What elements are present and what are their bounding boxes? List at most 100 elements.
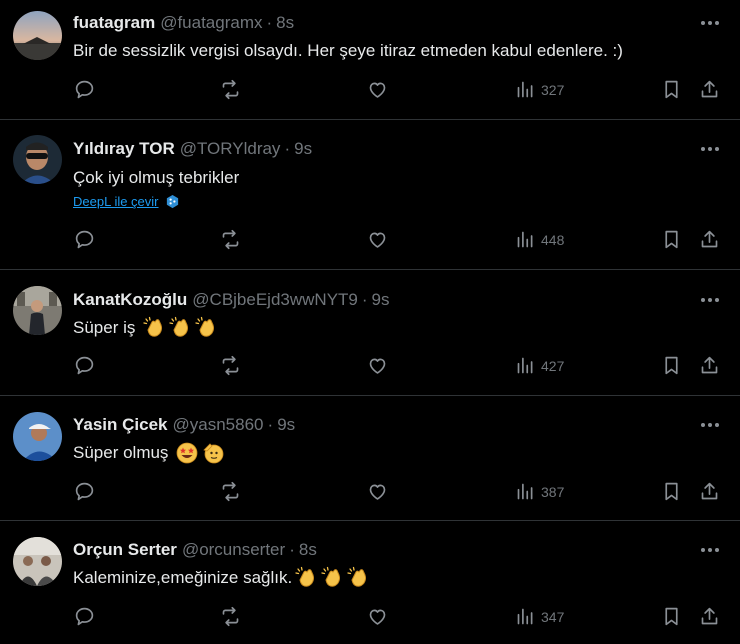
timestamp[interactable]: 8s: [299, 540, 317, 560]
more-dot-icon: [715, 147, 719, 151]
clapping-hands-icon: [320, 566, 344, 590]
separator: ·: [289, 540, 295, 559]
author-name[interactable]: Yasin Çicek: [73, 415, 168, 435]
author-handle[interactable]: @yasn5860: [173, 415, 264, 435]
analytics-icon: [517, 81, 533, 98]
views-button[interactable]: 448: [515, 229, 564, 250]
repost-button[interactable]: [220, 229, 241, 250]
translate-link[interactable]: DeepL ile çevir: [73, 194, 180, 209]
reply-button[interactable]: [74, 229, 95, 250]
like-button[interactable]: [367, 355, 388, 376]
more-dot-icon: [715, 298, 719, 302]
bookmark-button[interactable]: [661, 606, 682, 627]
like-button[interactable]: [367, 606, 388, 627]
share-icon: [701, 356, 718, 374]
bookmark-button[interactable]: [661, 79, 682, 100]
bookmark-icon: [665, 356, 678, 375]
tweet-text-content: Kaleminize,emeğinize sağlık.: [73, 568, 293, 587]
author-name[interactable]: fuatagram: [73, 13, 155, 33]
more-options-button[interactable]: [697, 13, 723, 33]
tweet-text: Kaleminize,emeğinize sağlık.: [73, 566, 370, 590]
tweet-actions: 448: [0, 229, 740, 255]
separator: ·: [284, 139, 291, 158]
avatar[interactable]: [13, 135, 62, 184]
tweet[interactable]: Yıldıray TOR @TORYldray · 9s Çok iyi olm…: [0, 120, 740, 270]
repost-button[interactable]: [220, 606, 241, 627]
deepl-icon: [166, 194, 178, 209]
share-button[interactable]: [699, 79, 720, 100]
more-dot-icon: [701, 423, 705, 427]
tweet[interactable]: Yasin Çicek @yasn5860 · 9s Süper olmuş 3…: [0, 396, 740, 521]
author-handle[interactable]: @TORYldray: [180, 139, 281, 159]
reply-button[interactable]: [74, 79, 95, 100]
tweet[interactable]: KanatKozoğlu @CBjbeEjd3wwNYT9 · 9s Süper…: [0, 270, 740, 396]
like-button[interactable]: [367, 79, 388, 100]
more-dot-icon: [715, 21, 719, 25]
tweet-actions: 427: [0, 355, 740, 381]
tweet[interactable]: Orçun Serter @orcunserter · 8s Kaleminiz…: [0, 521, 740, 644]
bookmark-button[interactable]: [661, 481, 682, 502]
reply-icon: [75, 80, 94, 99]
more-options-button[interactable]: [697, 540, 723, 560]
repost-icon: [222, 79, 239, 100]
author-handle[interactable]: @fuatagramx: [160, 13, 262, 33]
views-count: 327: [541, 81, 565, 98]
author-handle[interactable]: @CBjbeEjd3wwNYT9: [192, 290, 358, 310]
more-dot-icon: [701, 21, 705, 25]
repost-button[interactable]: [220, 355, 241, 376]
share-icon: [701, 607, 718, 625]
tweet-text-content: Bir de sessizlik vergisi olsaydı. Her şe…: [73, 41, 623, 60]
views-button[interactable]: 387: [515, 481, 564, 502]
share-icon: [701, 482, 718, 500]
reply-icon: [75, 356, 94, 375]
timestamp[interactable]: 8s: [276, 13, 294, 33]
repost-icon: [222, 229, 239, 250]
views-count: 347: [541, 608, 565, 625]
avatar[interactable]: [13, 11, 62, 60]
share-button[interactable]: [699, 229, 720, 250]
author-handle[interactable]: @orcunserter: [182, 540, 285, 560]
avatar[interactable]: [13, 537, 62, 586]
avatar[interactable]: [13, 286, 62, 335]
bookmark-button[interactable]: [661, 355, 682, 376]
sunset-avatar-icon: [13, 11, 62, 60]
timestamp[interactable]: 9s: [372, 290, 390, 310]
reply-button[interactable]: [74, 606, 95, 627]
more-dot-icon: [708, 21, 712, 25]
tweet-actions: 387: [0, 481, 740, 507]
tweet-header: KanatKozoğlu @CBjbeEjd3wwNYT9 · 9s: [73, 290, 390, 310]
views-count: 387: [541, 483, 565, 500]
share-button[interactable]: [699, 606, 720, 627]
person-standing-avatar-icon: [13, 286, 62, 335]
more-options-button[interactable]: [697, 139, 723, 159]
tweet[interactable]: fuatagram @fuatagramx · 8s Bir de sessiz…: [0, 0, 740, 120]
tweet-header: Yıldıray TOR @TORYldray · 9s: [73, 139, 312, 159]
repost-button[interactable]: [220, 481, 241, 502]
repost-button[interactable]: [220, 79, 241, 100]
analytics-icon: [517, 483, 533, 500]
person-sunglasses-avatar-icon: [13, 135, 62, 184]
timestamp[interactable]: 9s: [277, 415, 295, 435]
separator: ·: [267, 415, 274, 434]
views-button[interactable]: 347: [515, 606, 564, 627]
bookmark-icon: [665, 482, 678, 501]
tweet-header: Orçun Serter @orcunserter · 8s: [73, 540, 317, 560]
like-button[interactable]: [367, 481, 388, 502]
share-button[interactable]: [699, 481, 720, 502]
clapping-hands-icon: [142, 316, 166, 340]
avatar[interactable]: [13, 412, 62, 461]
timestamp[interactable]: 9s: [294, 139, 312, 159]
more-options-button[interactable]: [697, 290, 723, 310]
views-button[interactable]: 427: [515, 355, 564, 376]
author-name[interactable]: KanatKozoğlu: [73, 290, 187, 310]
analytics-icon: [517, 608, 533, 625]
reply-button[interactable]: [74, 355, 95, 376]
author-name[interactable]: Yıldıray TOR: [73, 139, 175, 159]
author-name[interactable]: Orçun Serter: [73, 540, 177, 560]
reply-button[interactable]: [74, 481, 95, 502]
views-button[interactable]: 327: [515, 79, 564, 100]
bookmark-button[interactable]: [661, 229, 682, 250]
share-button[interactable]: [699, 355, 720, 376]
like-button[interactable]: [367, 229, 388, 250]
more-options-button[interactable]: [697, 415, 723, 435]
